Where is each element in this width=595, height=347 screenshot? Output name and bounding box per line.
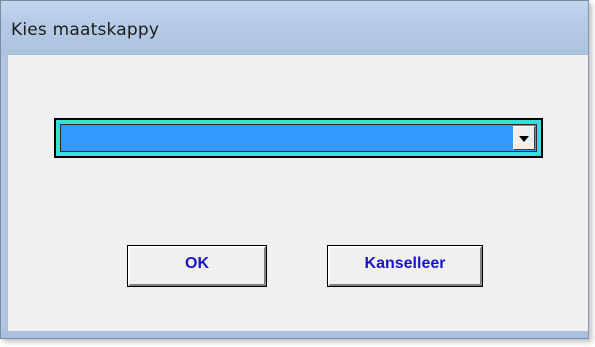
company-select[interactable]	[60, 124, 537, 152]
dialog-window: Kies maatskappy OK Kanselleer	[0, 0, 589, 339]
window-frame-left	[1, 55, 8, 338]
window-frame-bottom	[1, 331, 588, 338]
company-select-focus-frame	[54, 118, 543, 158]
cancel-button-label: Kanselleer	[364, 255, 446, 272]
company-select-highlight	[56, 120, 541, 156]
dropdown-button[interactable]	[513, 126, 535, 150]
ok-button-label: OK	[185, 255, 209, 272]
chevron-down-icon	[519, 136, 529, 142]
dialog-body	[8, 55, 588, 331]
cancel-button[interactable]: Kanselleer	[327, 245, 483, 287]
title-bar[interactable]: Kies maatskappy	[1, 1, 588, 55]
window-title: Kies maatskappy	[11, 20, 160, 40]
ok-button[interactable]: OK	[127, 245, 267, 287]
